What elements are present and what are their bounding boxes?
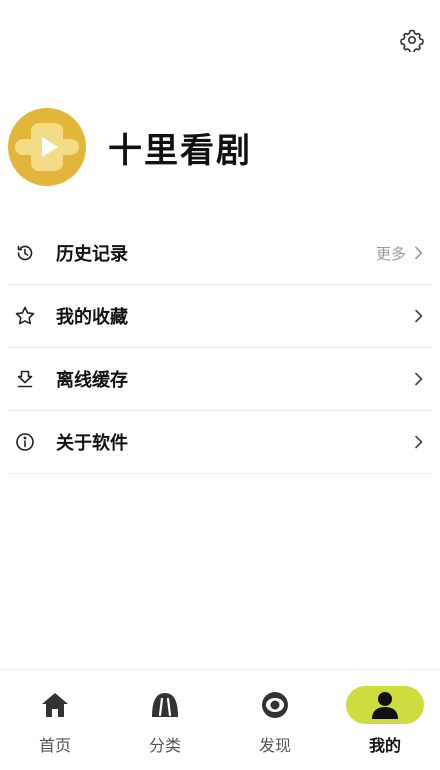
tab-profile[interactable]: 我的 (330, 670, 440, 756)
tab-label: 发现 (258, 736, 291, 755)
tab-label: 我的 (368, 736, 401, 755)
more-link[interactable]: 更多 (376, 243, 406, 264)
tab-label: 首页 (38, 736, 71, 755)
category-icon (152, 693, 178, 717)
tab-label: 分类 (148, 736, 181, 755)
tab-discover[interactable]: 发现 (220, 670, 330, 756)
gear-icon (400, 29, 424, 52)
star-icon (14, 305, 36, 327)
download-icon (14, 368, 36, 390)
eye-icon (262, 692, 288, 718)
chevron-right-icon (412, 246, 426, 260)
info-icon (14, 431, 36, 453)
menu-item-label: 关于软件 (56, 433, 128, 454)
menu-item-label: 离线缓存 (56, 370, 128, 391)
menu-item-label: 历史记录 (56, 244, 128, 265)
bottom-tab-bar: 首页 分类 发现 我的 (0, 669, 440, 770)
menu-item-favorites[interactable]: 我的收藏 (8, 285, 432, 348)
menu-item-offline-cache[interactable]: 离线缓存 (8, 348, 432, 411)
user-icon (372, 692, 398, 719)
profile-name: 十里看剧 (108, 130, 252, 171)
history-icon (14, 242, 36, 264)
chevron-right-icon (412, 435, 426, 449)
tab-icon-wrap (126, 686, 204, 724)
menu-item-about[interactable]: 关于软件 (8, 411, 432, 474)
tab-icon-wrap (236, 686, 314, 724)
menu-item-label: 我的收藏 (56, 307, 128, 328)
menu-list: 历史记录 更多 我的收藏 离线缓存 关于软件 (8, 222, 432, 474)
avatar[interactable] (8, 108, 86, 186)
play-cross-logo-icon (15, 123, 79, 171)
settings-button[interactable] (398, 26, 426, 54)
tab-icon-wrap (346, 686, 424, 724)
tab-icon-wrap (16, 686, 94, 724)
tab-home[interactable]: 首页 (0, 670, 110, 756)
chevron-right-icon (412, 372, 426, 386)
tab-category[interactable]: 分类 (110, 670, 220, 756)
menu-item-history[interactable]: 历史记录 更多 (8, 222, 432, 285)
home-icon (42, 693, 68, 717)
chevron-right-icon (412, 309, 426, 323)
profile-header: 十里看剧 (8, 108, 252, 186)
